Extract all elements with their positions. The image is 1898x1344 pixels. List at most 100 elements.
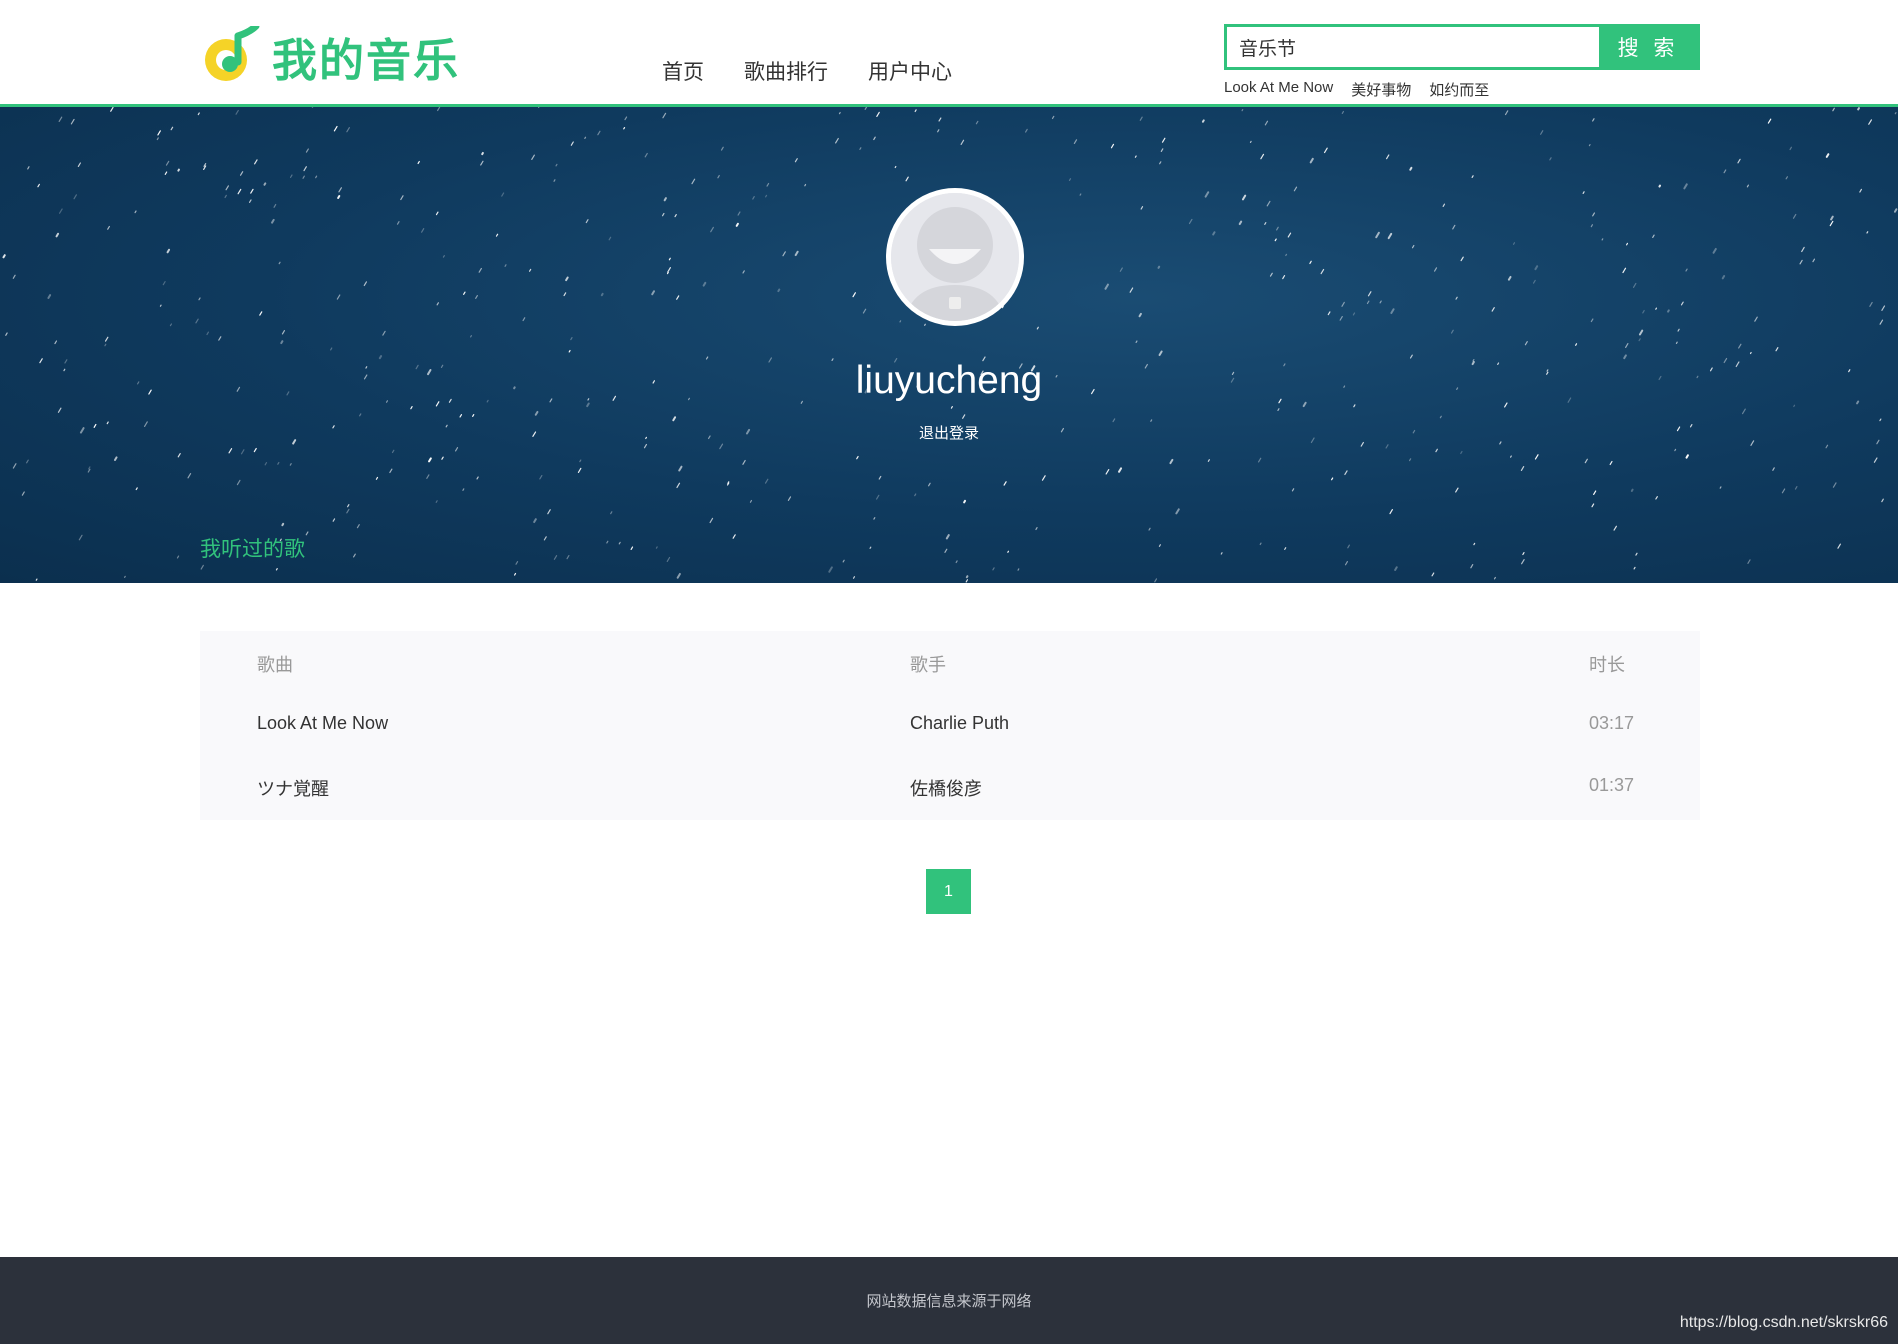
star bbox=[1746, 184, 1749, 188]
star bbox=[876, 111, 880, 117]
star bbox=[1493, 576, 1496, 580]
star bbox=[765, 194, 768, 198]
page-number-button[interactable]: 1 bbox=[926, 869, 971, 914]
star bbox=[1360, 441, 1364, 447]
star bbox=[1154, 578, 1158, 583]
star bbox=[962, 414, 966, 419]
star bbox=[305, 531, 309, 536]
star bbox=[676, 295, 680, 300]
star bbox=[1655, 496, 1658, 500]
star bbox=[281, 329, 286, 335]
star bbox=[1409, 354, 1413, 359]
star bbox=[237, 188, 242, 195]
song-title[interactable]: ツナ覚醒 bbox=[257, 775, 329, 801]
star bbox=[1148, 527, 1151, 531]
star bbox=[570, 336, 573, 341]
star bbox=[1470, 564, 1474, 569]
star bbox=[37, 183, 40, 188]
star bbox=[166, 248, 171, 254]
star bbox=[333, 125, 338, 132]
star bbox=[200, 564, 204, 570]
star bbox=[955, 560, 958, 564]
star bbox=[1837, 543, 1841, 549]
star bbox=[1302, 401, 1307, 408]
star bbox=[676, 482, 681, 489]
star bbox=[1175, 508, 1180, 515]
star bbox=[655, 546, 658, 549]
star bbox=[975, 120, 979, 125]
table-row[interactable]: ツナ覚醒 佐橋俊彦 01:37 bbox=[200, 755, 1700, 817]
star bbox=[1504, 402, 1508, 408]
star bbox=[389, 468, 393, 474]
star bbox=[1212, 231, 1216, 236]
hot-word-link[interactable]: 美好事物 bbox=[1351, 79, 1411, 100]
star bbox=[1685, 454, 1689, 459]
star bbox=[104, 336, 109, 342]
star bbox=[1825, 153, 1830, 158]
star bbox=[463, 291, 466, 295]
star bbox=[478, 267, 482, 273]
search-button[interactable]: 搜 索 bbox=[1599, 27, 1697, 67]
star bbox=[597, 130, 601, 136]
star bbox=[169, 323, 173, 327]
star bbox=[504, 264, 507, 267]
star bbox=[1622, 267, 1627, 274]
star bbox=[672, 416, 677, 422]
star bbox=[1685, 268, 1688, 272]
star bbox=[1260, 153, 1265, 160]
star bbox=[441, 456, 444, 460]
star bbox=[1003, 481, 1007, 486]
star bbox=[1869, 301, 1873, 307]
star bbox=[938, 117, 942, 122]
star bbox=[1320, 268, 1325, 275]
star bbox=[1675, 341, 1678, 344]
hot-word-link[interactable]: Look At Me Now bbox=[1224, 79, 1333, 100]
logout-link[interactable]: 退出登录 bbox=[0, 422, 1898, 443]
star bbox=[1158, 350, 1163, 357]
star bbox=[240, 449, 245, 455]
table-row[interactable]: Look At Me Now Charlie Puth 03:17 bbox=[200, 693, 1700, 755]
star bbox=[1241, 194, 1247, 201]
star bbox=[878, 475, 882, 480]
star bbox=[1613, 525, 1617, 531]
hot-word-link[interactable]: 如约而至 bbox=[1429, 79, 1489, 100]
nav-user-center[interactable]: 用户中心 bbox=[868, 56, 952, 86]
star bbox=[250, 188, 254, 194]
star bbox=[346, 127, 350, 133]
star bbox=[838, 111, 841, 115]
song-title[interactable]: Look At Me Now bbox=[257, 713, 388, 734]
star bbox=[70, 118, 75, 125]
star bbox=[263, 182, 267, 186]
star bbox=[610, 511, 613, 515]
star bbox=[522, 317, 526, 322]
star bbox=[630, 546, 634, 550]
star bbox=[1590, 318, 1594, 323]
song-singer[interactable]: 佐橋俊彦 bbox=[910, 775, 982, 801]
star bbox=[1433, 267, 1438, 272]
star bbox=[1409, 166, 1413, 171]
star bbox=[1073, 139, 1078, 145]
logo[interactable]: 我的音乐 bbox=[200, 26, 460, 87]
star bbox=[480, 160, 484, 166]
star bbox=[1521, 559, 1525, 565]
star bbox=[12, 274, 16, 279]
star bbox=[720, 146, 724, 151]
star bbox=[289, 174, 293, 178]
star bbox=[501, 192, 505, 197]
star bbox=[514, 572, 517, 576]
star bbox=[187, 472, 192, 479]
star bbox=[859, 147, 862, 150]
star bbox=[1390, 308, 1395, 315]
star bbox=[937, 129, 940, 133]
nav-home[interactable]: 首页 bbox=[662, 56, 704, 86]
song-singer[interactable]: Charlie Puth bbox=[910, 713, 1009, 734]
star bbox=[1431, 572, 1435, 577]
star bbox=[828, 566, 833, 573]
search-input[interactable] bbox=[1227, 27, 1599, 67]
nav-song-ranking[interactable]: 歌曲排行 bbox=[744, 56, 828, 86]
star bbox=[1341, 301, 1345, 307]
star bbox=[1623, 354, 1627, 360]
star bbox=[396, 221, 400, 225]
star bbox=[104, 343, 107, 347]
star bbox=[1455, 296, 1458, 300]
